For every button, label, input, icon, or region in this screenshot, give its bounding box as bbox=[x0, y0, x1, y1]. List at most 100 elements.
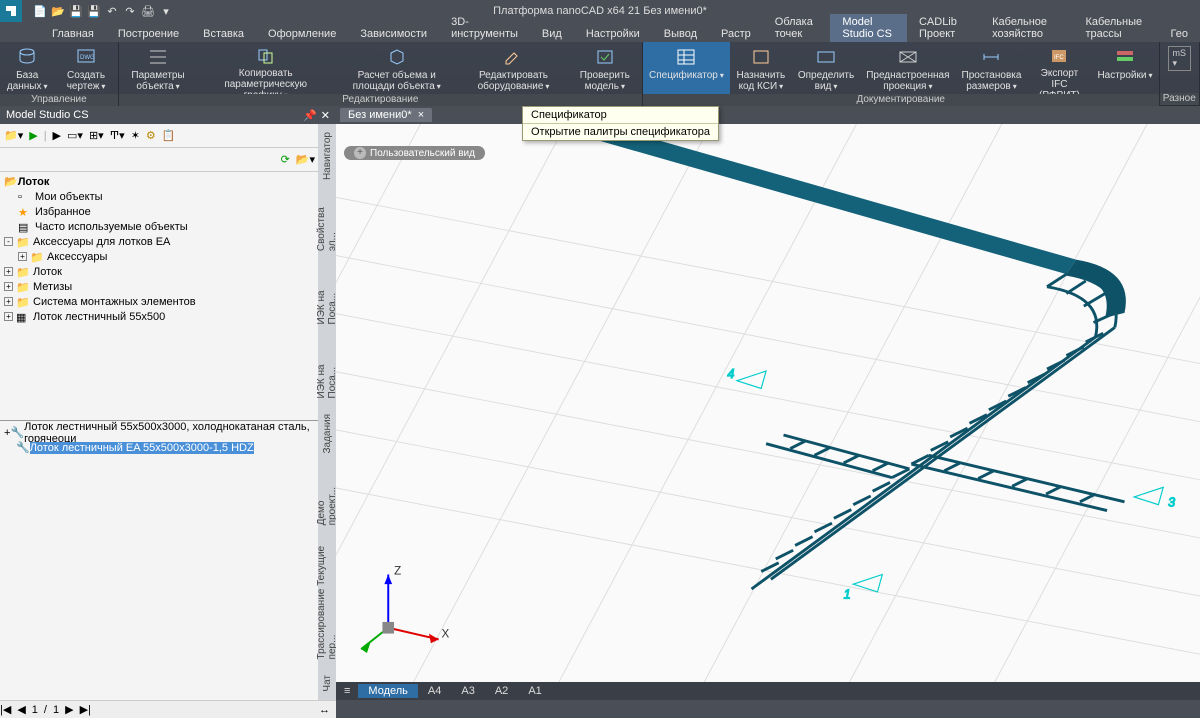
bottom-list: +🔧 Лоток лестничный 55x500x3000, холодно… bbox=[0, 420, 336, 700]
prev-page-icon[interactable]: ◀ bbox=[17, 703, 25, 716]
ksi-icon bbox=[749, 46, 773, 68]
verify-model-button[interactable]: Проверить модель bbox=[568, 42, 642, 94]
ribbon-tab[interactable]: Вывод bbox=[652, 26, 709, 42]
copy-paragraphics-button[interactable]: Копировать параметрическую графику bbox=[197, 42, 334, 94]
plus-icon[interactable]: + bbox=[354, 147, 366, 159]
ribbon-tab[interactable]: Облака точек bbox=[763, 14, 831, 42]
undo-icon[interactable]: ↶ bbox=[104, 3, 120, 19]
collapse-icon[interactable]: - bbox=[4, 237, 13, 246]
side-tab[interactable]: Чат bbox=[320, 667, 335, 700]
layout-tab-model[interactable]: Модель bbox=[358, 684, 417, 698]
create-drawing-button[interactable]: DWGСоздать чертеж bbox=[54, 42, 117, 94]
close-icon[interactable]: × bbox=[418, 109, 424, 121]
ribbon-tab[interactable]: Настройки bbox=[574, 26, 652, 42]
expand-icon[interactable]: + bbox=[4, 267, 13, 276]
document-tab[interactable]: Без имени0* × bbox=[340, 108, 432, 122]
assign-ksi-button[interactable]: Назначить код КСИ bbox=[730, 42, 792, 94]
tool-icon[interactable]: ▭▾ bbox=[67, 129, 83, 142]
panel-header: Model Studio CS 📌✕ bbox=[0, 106, 336, 124]
layout-tab[interactable]: A2 bbox=[485, 684, 518, 698]
run-script-icon[interactable]: ▶ bbox=[29, 129, 37, 142]
document-tabs: Без имени0* × bbox=[336, 106, 1200, 124]
expand-icon[interactable]: + bbox=[18, 252, 27, 261]
new-icon[interactable]: 📄 bbox=[32, 3, 48, 19]
ribbon-tab[interactable]: Зависимости bbox=[348, 26, 439, 42]
group-label: Документирование bbox=[643, 94, 1159, 106]
tree-item[interactable]: -📁Аксессуары для лотков EA bbox=[4, 234, 332, 249]
expand-icon[interactable]: + bbox=[4, 282, 13, 291]
specifier-button[interactable]: Спецификатор bbox=[643, 42, 730, 94]
side-tab[interactable]: Навигатор bbox=[320, 124, 335, 188]
ribbon-tab[interactable]: Главная bbox=[40, 26, 106, 42]
first-page-icon[interactable]: |◀ bbox=[0, 703, 11, 716]
db-button[interactable]: База данных bbox=[0, 42, 54, 94]
pin-icon[interactable]: 📌 bbox=[303, 109, 317, 122]
close-icon[interactable]: ✕ bbox=[321, 109, 330, 122]
filter-icon[interactable]: 📂▾ bbox=[296, 153, 315, 166]
page-resize-icon[interactable]: ↔ bbox=[319, 704, 330, 716]
list-item[interactable]: +🔧 Лоток лестничный 55x500x3000, холодно… bbox=[4, 425, 332, 440]
preset-projection-button[interactable]: Преднастроенная проекция bbox=[860, 42, 955, 94]
ribbon-tab[interactable]: CADLib Проект bbox=[907, 14, 980, 42]
tree-item[interactable]: ▤Часто используемые объекты bbox=[4, 219, 332, 234]
tool-icon[interactable]: ✶ bbox=[131, 129, 140, 142]
viewport[interactable]: +Пользовательский вид bbox=[336, 124, 1200, 682]
tree-item[interactable]: +📁Система монтажных элементов bbox=[4, 294, 332, 309]
view-label[interactable]: +Пользовательский вид bbox=[344, 146, 485, 160]
open-icon[interactable]: 📂 bbox=[50, 3, 66, 19]
ms-badge[interactable]: mS ▾ bbox=[1168, 46, 1192, 71]
star-icon: ★ bbox=[18, 206, 32, 218]
gear-icon[interactable]: ⚙ bbox=[146, 129, 156, 142]
ribbon-tab[interactable]: Кабельные трассы bbox=[1073, 14, 1158, 42]
volume-area-button[interactable]: Расчет объема и площади объекта bbox=[334, 42, 459, 94]
ribbon-group-misc: mS ▾ Разное bbox=[1160, 42, 1200, 105]
settings-button[interactable]: Настройки bbox=[1091, 42, 1158, 94]
expand-icon[interactable]: + bbox=[4, 312, 13, 321]
object-params-button[interactable]: Параметры объекта bbox=[119, 42, 198, 94]
ribbon-tab[interactable]: Кабельное хозяйство bbox=[980, 14, 1073, 42]
tree-item[interactable]: +📁Метизы bbox=[4, 279, 332, 294]
next-page-icon[interactable]: ▶ bbox=[65, 703, 73, 716]
ribbon-tab[interactable]: 3D-инструменты bbox=[439, 14, 530, 42]
redo-icon[interactable]: ↷ bbox=[122, 3, 138, 19]
tool-icon[interactable]: Ͳ▾ bbox=[110, 129, 125, 142]
ribbon-tab[interactable]: Гео bbox=[1159, 26, 1200, 42]
folder-icon: 📁 bbox=[30, 251, 44, 263]
refresh-icon[interactable]: ⟳ bbox=[281, 153, 290, 166]
ribbon-tab[interactable]: Построение bbox=[106, 26, 191, 42]
layout-tab[interactable]: A1 bbox=[518, 684, 551, 698]
more-icon[interactable]: ▾ bbox=[158, 3, 174, 19]
play-icon[interactable]: ▶ bbox=[53, 129, 61, 142]
print-icon[interactable]: 🖨 bbox=[140, 3, 156, 19]
saveall-icon[interactable]: 💾 bbox=[86, 3, 102, 19]
tree-root[interactable]: 📂 Лоток bbox=[4, 174, 332, 189]
tab-menu-icon[interactable]: ≡ bbox=[336, 685, 358, 697]
tree-item[interactable]: ▫Мои объекты bbox=[4, 189, 332, 204]
tool-icon[interactable]: ⊞▾ bbox=[89, 129, 104, 142]
tree-item[interactable]: ★Избранное bbox=[4, 204, 332, 219]
edit-equipment-button[interactable]: Редактировать оборудование bbox=[459, 42, 567, 94]
expand-icon[interactable]: + bbox=[4, 297, 13, 306]
ribbon-tab[interactable]: Оформление bbox=[256, 26, 348, 42]
expand-icon[interactable]: + bbox=[4, 427, 10, 439]
ribbon-tab[interactable]: Вставка bbox=[191, 26, 256, 42]
layout-tab[interactable]: A4 bbox=[418, 684, 451, 698]
dimensioning-button[interactable]: Простановка размеров bbox=[956, 42, 1028, 94]
ribbon-tab-active[interactable]: Model Studio CS bbox=[830, 14, 907, 42]
ribbon-tab[interactable]: Вид bbox=[530, 26, 574, 42]
copy-icon[interactable]: 📋 bbox=[162, 129, 176, 142]
layout-tab[interactable]: A3 bbox=[451, 684, 484, 698]
tree-item[interactable]: +📁Лоток bbox=[4, 264, 332, 279]
last-page-icon[interactable]: ▶| bbox=[80, 703, 91, 716]
svg-text:4: 4 bbox=[727, 367, 734, 381]
export-ifc-button[interactable]: IFCЭкспорт IFC (РФРИТ) bbox=[1027, 42, 1091, 94]
dimension-icon bbox=[979, 46, 1003, 68]
tree-item[interactable]: +📁Аксессуары bbox=[4, 249, 332, 264]
define-view-button[interactable]: Определить вид bbox=[792, 42, 860, 94]
svg-text:1: 1 bbox=[844, 588, 851, 602]
folder-icon[interactable]: 📁▾ bbox=[4, 129, 23, 142]
save-icon[interactable]: 💾 bbox=[68, 3, 84, 19]
ribbon-tab[interactable]: Растр bbox=[709, 26, 763, 42]
tree-item[interactable]: +▦Лоток лестничный 55x500 bbox=[4, 309, 332, 324]
side-tab[interactable]: Задания bbox=[320, 406, 335, 462]
